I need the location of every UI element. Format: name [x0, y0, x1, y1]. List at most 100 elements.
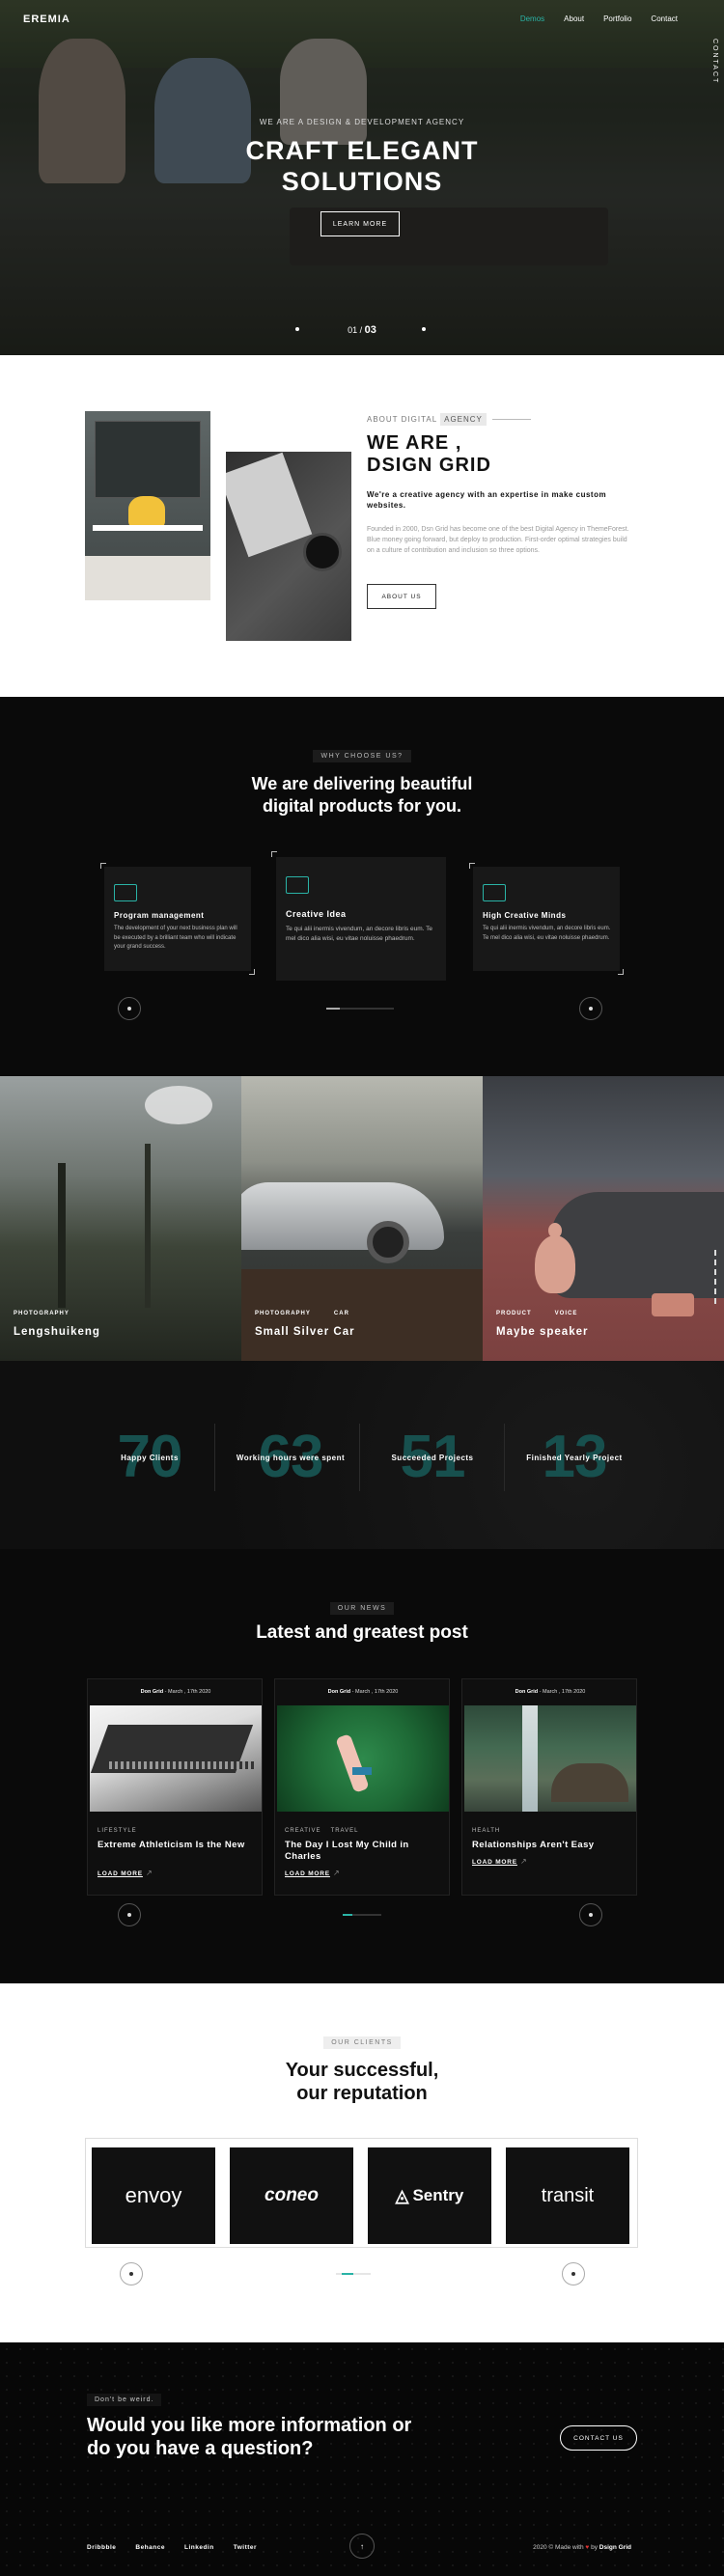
portfolio-categories: PHOTOGRAPHY CAR [255, 1311, 349, 1316]
feature-card: Creative Idea Te qui alii inermis vivend… [276, 857, 446, 981]
carousel-prev-button[interactable] [118, 997, 141, 1020]
nav-item-contact[interactable]: Contact [651, 14, 678, 23]
why-choose-section: WHY CHOOSE US? We are delivering beautif… [0, 697, 724, 1076]
card-corner [618, 969, 624, 975]
kicker-line [492, 419, 531, 420]
stat-item: 63 Working hours were spent [218, 1419, 363, 1496]
clients-next-button[interactable] [562, 2262, 585, 2285]
why-tag: WHY CHOOSE US? [0, 750, 724, 762]
image-icon [286, 876, 309, 894]
post-meta: Don Grid - March , 17th 2020 [327, 1689, 399, 1695]
hero-section: EREMIA Demos About Portfolio Contact CON… [0, 0, 724, 355]
news-section: OUR NEWS Latest and greatest post Don Gr… [0, 1549, 724, 1983]
nav-item-portfolio[interactable]: Portfolio [603, 14, 631, 23]
clients-prev-button[interactable] [120, 2262, 143, 2285]
about-body: Founded in 2000, Dsn Grid has become one… [367, 526, 629, 554]
client-logo-transit[interactable]: transit [506, 2147, 629, 2244]
nav-item-demos[interactable]: Demos [520, 14, 544, 23]
contact-title: Would you like more information or do you… [87, 2415, 412, 2459]
post-title[interactable]: Relationships Aren't Easy [472, 1840, 630, 1851]
stat-item: 51 Succeeded Projects [360, 1419, 505, 1496]
clients-section: OUR CLIENTS Your successful, our reputati… [0, 1983, 724, 2342]
post-title[interactable]: Extreme Athleticism Is the New [97, 1840, 256, 1851]
arrow-icon: ↗ [146, 1869, 153, 1877]
news-progress [343, 1914, 381, 1916]
feature-card-title: High Creative Minds [483, 911, 567, 920]
load-more-link[interactable]: LOAD MORE [472, 1859, 517, 1866]
about-title: WE ARE , DSIGN GRID [367, 432, 491, 476]
about-image-desk [226, 452, 351, 641]
chart-icon [483, 884, 506, 901]
about-us-button[interactable]: ABOUT US [367, 584, 436, 609]
social-link-dribbble[interactable]: Dribbble [87, 2544, 116, 2551]
news-card[interactable]: Don Grid - March , 17th 2020 CREATIVE TRA… [274, 1678, 450, 1896]
news-prev-button[interactable] [118, 1903, 141, 1926]
heart-icon: ♥ [585, 2544, 590, 2551]
news-card[interactable]: Don Grid - March , 17th 2020 HEALTH Rela… [461, 1678, 637, 1896]
portfolio-item[interactable]: PRODUCT VOICE Maybe speaker [483, 1076, 724, 1361]
post-meta: Don Grid - March , 17th 2020 [515, 1689, 586, 1695]
stat-divider [214, 1424, 215, 1491]
stat-item: 13 Finished Yearly Project [502, 1419, 647, 1496]
arrow-up-icon: ↑ [360, 2541, 364, 2551]
feature-card: Program management The development of yo… [104, 867, 251, 971]
scroll-top-button[interactable]: ↑ [349, 2534, 375, 2559]
portfolio-categories: PRODUCT VOICE [496, 1311, 578, 1316]
post-thumbnail [90, 1705, 262, 1812]
stat-item: 70 Happy Clients [77, 1419, 222, 1496]
card-corner [469, 863, 475, 869]
learn-more-button[interactable]: LEARN MORE [320, 211, 400, 236]
carousel-next-button[interactable] [579, 997, 602, 1020]
stat-label: Finished Yearly Project [526, 1454, 623, 1462]
news-title: Latest and greatest post [256, 1622, 468, 1643]
post-categories: HEALTH [472, 1828, 501, 1834]
clients-title: Your successful, our reputation [285, 2060, 439, 2104]
clients-progress [336, 2273, 371, 2275]
carousel-progress [326, 1008, 394, 1010]
slide-counter: 01 / 03 [348, 324, 376, 336]
feature-card-text: Te qui alii inermis vivendum, an decore … [286, 926, 432, 942]
feature-card-title: Creative Idea [286, 909, 347, 919]
portfolio-categories: PHOTOGRAPHY [14, 1311, 70, 1316]
news-tag: OUR NEWS [0, 1602, 724, 1615]
card-corner [100, 863, 106, 869]
side-contact-link[interactable]: CONTACT [711, 39, 718, 84]
post-title[interactable]: The Day I Lost My Child in Charles [285, 1840, 443, 1863]
client-logo-sentry[interactable]: ◬ Sentry [368, 2147, 491, 2244]
copyright: 2020 © Made with ♥ by Dsign Grid [533, 2544, 631, 2551]
portfolio-title: Lengshuikeng [14, 1326, 100, 1338]
site-logo[interactable]: EREMIA [23, 14, 70, 25]
social-link-twitter[interactable]: Twitter [234, 2544, 257, 2551]
post-thumbnail [277, 1705, 449, 1812]
portfolio-section: PHOTOGRAPHY Lengshuikeng PHOTOGRAPHY CAR … [0, 1076, 724, 1361]
slider-next-button[interactable] [422, 327, 426, 331]
feature-card-text: Te qui alii inermis vivendum, an decore … [483, 926, 611, 941]
client-logo-coneo[interactable]: coneo [230, 2147, 353, 2244]
contact-us-button[interactable]: CONTACT US [560, 2425, 637, 2451]
about-section: ABOUT DIGITAL AGENCY WE ARE , DSIGN GRID … [0, 355, 724, 697]
social-link-linkedin[interactable]: Linkedin [184, 2544, 214, 2551]
portfolio-item[interactable]: PHOTOGRAPHY Lengshuikeng [0, 1076, 241, 1361]
client-logo-envoy[interactable]: envoy [92, 2147, 215, 2244]
load-more-link[interactable]: LOAD MORE [285, 1870, 330, 1877]
stat-label: Happy Clients [121, 1454, 179, 1462]
load-more-link[interactable]: LOAD MORE [97, 1870, 143, 1877]
social-links: Dribbble Behance Linkedin Twitter [87, 2544, 257, 2551]
post-thumbnail [464, 1705, 636, 1812]
news-card[interactable]: Don Grid - March , 17th 2020 LIFESTYLE E… [87, 1678, 263, 1896]
card-corner [271, 851, 277, 857]
about-image-office [85, 411, 210, 600]
post-meta: Don Grid - March , 17th 2020 [140, 1689, 211, 1695]
about-kicker: ABOUT DIGITAL AGENCY [367, 413, 487, 426]
stat-label: Succeeded Projects [391, 1454, 474, 1462]
hero-subtitle: WE ARE A DESIGN & DEVELOPMENT AGENCY [259, 118, 465, 126]
portfolio-item[interactable]: PHOTOGRAPHY CAR Small Silver Car [241, 1076, 483, 1361]
news-next-button[interactable] [579, 1903, 602, 1926]
arrow-icon: ↗ [520, 1857, 527, 1866]
main-nav: Demos About Portfolio Contact [520, 14, 678, 23]
nav-item-about[interactable]: About [564, 14, 584, 23]
about-lead: We're a creative agency with an expertis… [367, 490, 607, 510]
portfolio-title: Small Silver Car [255, 1326, 355, 1338]
feature-card-text: The development of your next business pl… [114, 926, 237, 950]
social-link-behance[interactable]: Behance [135, 2544, 165, 2551]
